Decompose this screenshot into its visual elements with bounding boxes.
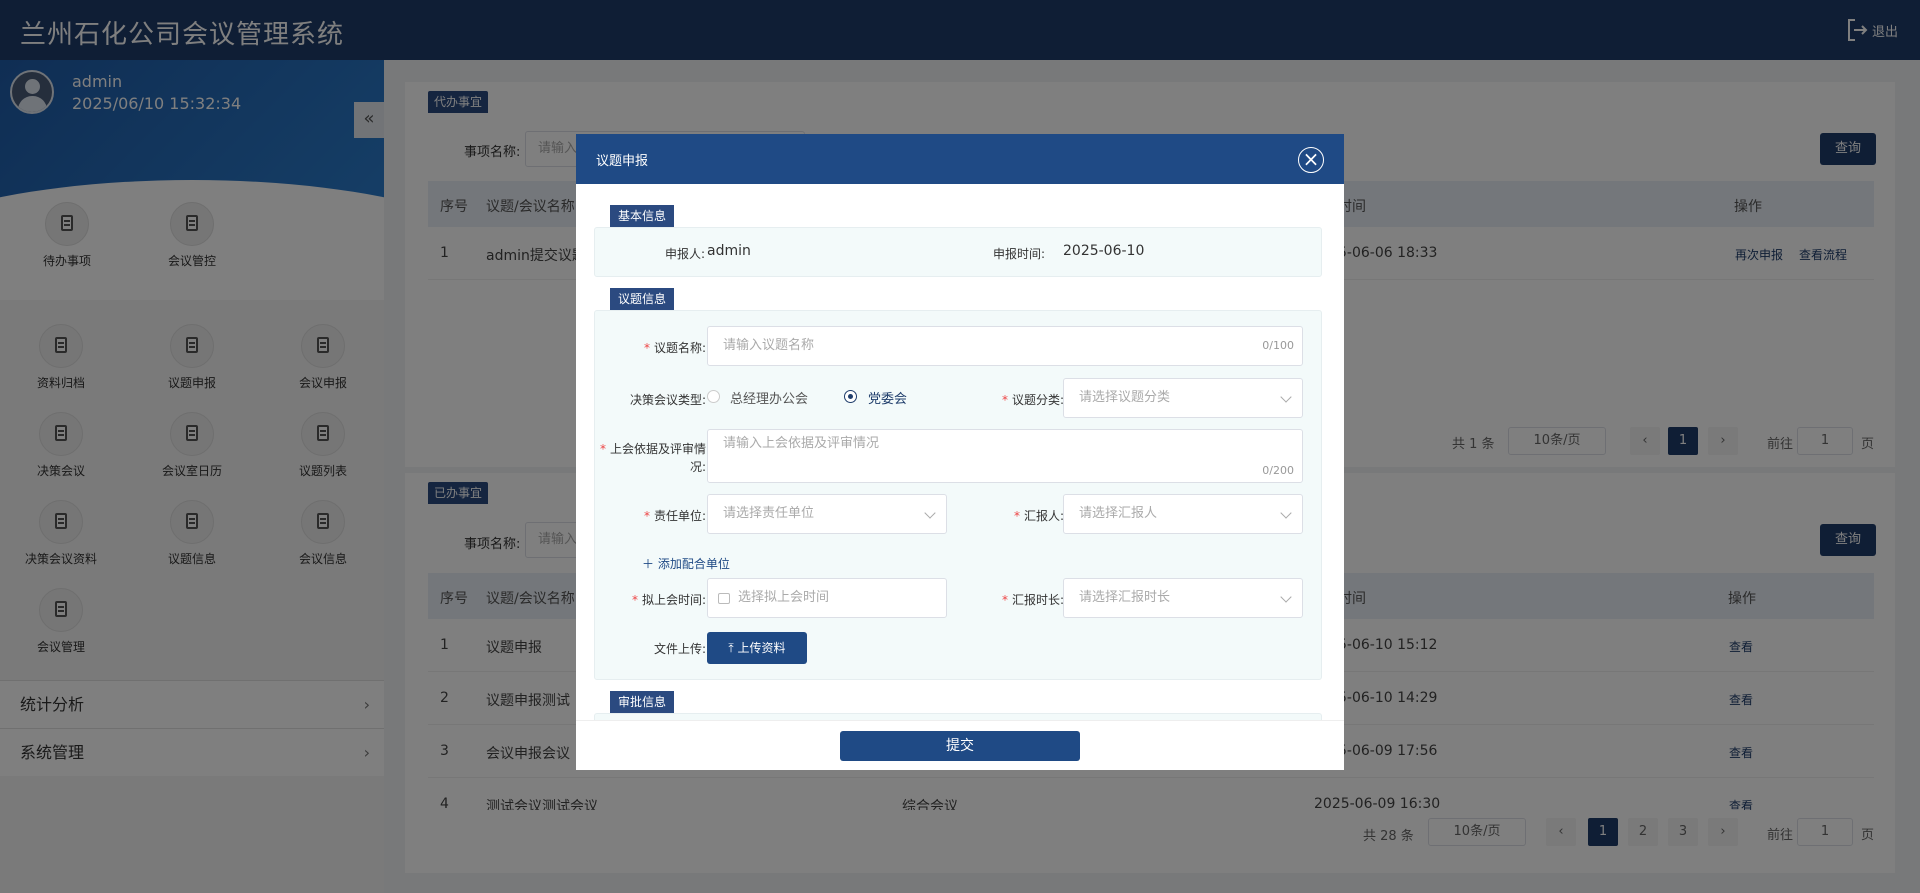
basis-label: * 上会依据及评审情况: <box>599 442 706 474</box>
radio-party-committee[interactable] <box>844 390 857 403</box>
topic-name-input[interactable]: 请输入议题名称 0/100 <box>707 326 1303 366</box>
upload-button[interactable]: ⤒ 上传资料 <box>707 632 807 664</box>
category-label: * 议题分类: <box>1001 393 1064 407</box>
chevron-down-icon <box>1280 391 1292 403</box>
reporter2-label: * 汇报人: <box>1013 509 1064 523</box>
chevron-down-icon <box>924 507 936 519</box>
basic-info-section: 申报人: admin 申报时间: 2025-06-10 <box>594 227 1322 277</box>
dialog-header: 议题申报 × <box>576 134 1344 184</box>
plan-time-label: * 拟上会时间: <box>631 593 706 607</box>
unit-select[interactable]: 请选择责任单位 <box>707 494 947 534</box>
reporter-value: admin <box>707 243 751 259</box>
category-select[interactable]: 请选择议题分类 <box>1063 378 1303 418</box>
submit-button[interactable]: 提交 <box>840 731 1080 761</box>
approval-info-tag: 审批信息 <box>610 691 675 713</box>
unit-label: * 责任单位: <box>643 509 706 523</box>
duration-select[interactable]: 请选择汇报时长 <box>1063 578 1303 618</box>
basis-textarea[interactable]: 请输入上会依据及评审情况 0/200 <box>707 429 1303 483</box>
plan-time-picker[interactable]: 选择拟上会时间 <box>707 578 947 618</box>
duration-label: * 汇报时长: <box>1001 593 1064 607</box>
dialog-title: 议题申报 <box>596 154 649 169</box>
close-icon[interactable]: × <box>1298 147 1324 173</box>
chevron-down-icon <box>1280 507 1292 519</box>
report-time-value: 2025-06-10 <box>1063 243 1145 259</box>
radio-general-manager[interactable] <box>707 390 720 403</box>
plus-icon: ＋ <box>642 557 658 571</box>
reporter-select[interactable]: 请选择汇报人 <box>1063 494 1303 534</box>
topic-name-label: * 议题名称: <box>643 341 706 355</box>
upload-label: 文件上传: <box>653 642 706 656</box>
calendar-icon <box>718 593 730 604</box>
basic-info-tag: 基本信息 <box>610 205 675 227</box>
chevron-down-icon <box>1280 591 1292 603</box>
upload-icon: ⤒ <box>728 641 738 655</box>
meeting-type-label: 决策会议类型: <box>629 393 706 407</box>
add-unit-link[interactable]: ＋ 添加配合单位 <box>642 555 730 572</box>
topic-info-tag: 议题信息 <box>610 288 675 310</box>
topic-report-dialog: 议题申报 × 基本信息 申报人: admin 申报时间: 2025-06-10 … <box>576 134 1344 770</box>
